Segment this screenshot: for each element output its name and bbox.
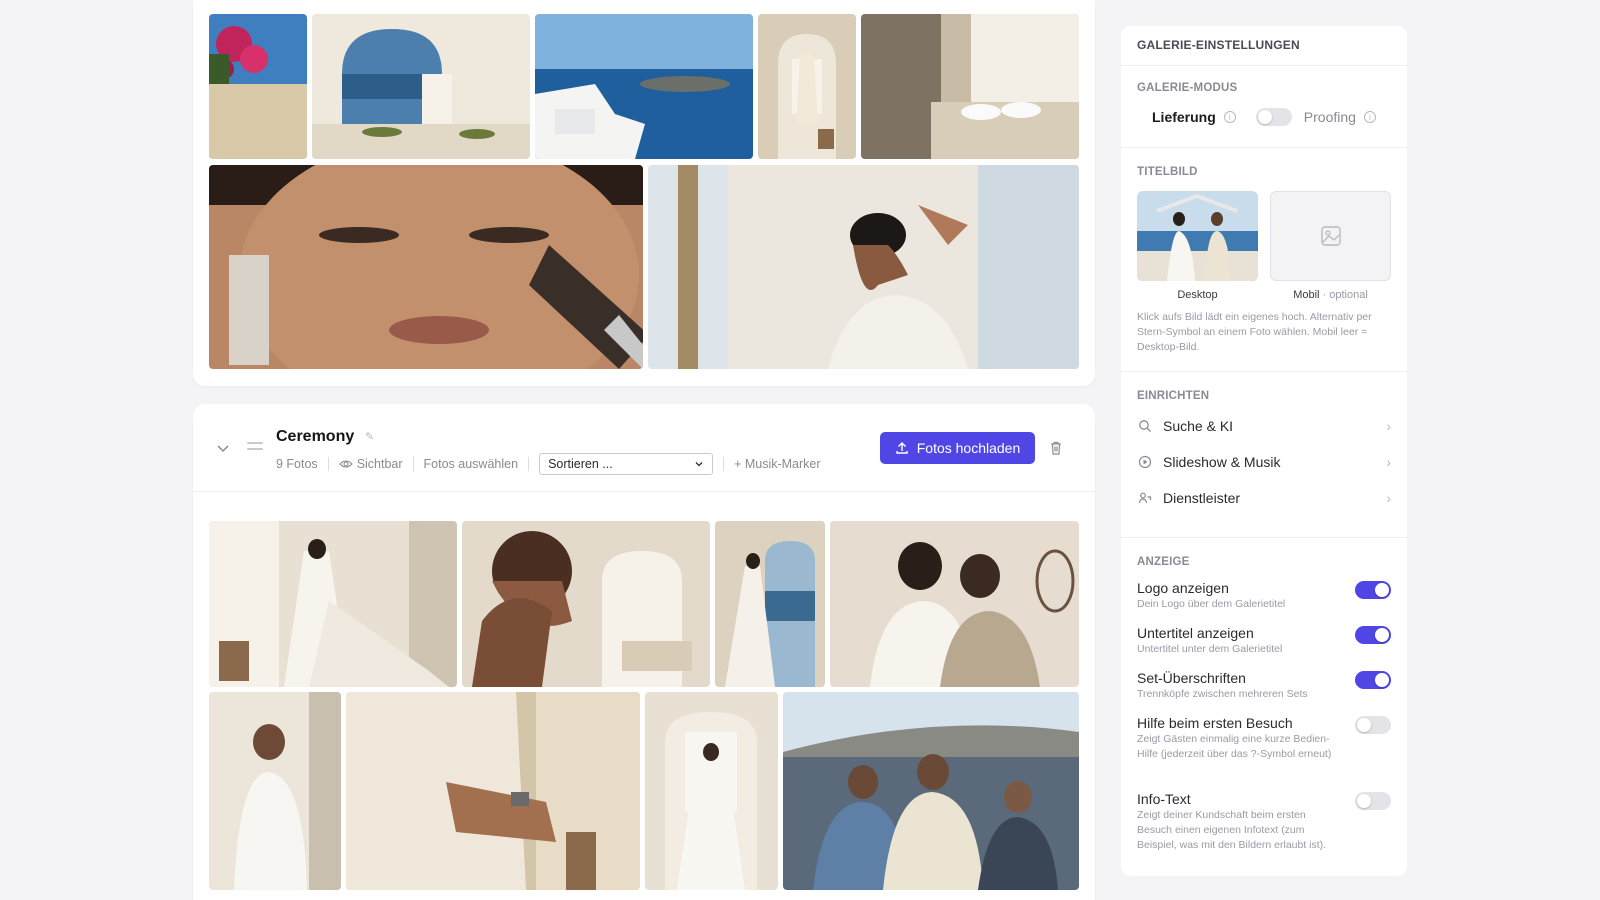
chevron-down-icon[interactable]: [215, 440, 231, 456]
display-setting-logo: Logo anzeigen Dein Logo über dem Galerie…: [1137, 580, 1391, 625]
nav-item-search-ai[interactable]: Suche & KI ›: [1137, 408, 1391, 444]
photo-thumbnail[interactable]: [312, 14, 530, 159]
display-setting-info-text: Info-Text Zeigt deiner Kundschaft beim e…: [1137, 791, 1391, 853]
search-icon: [1137, 418, 1153, 434]
set-headers-toggle[interactable]: [1355, 671, 1391, 689]
subtitle-toggle[interactable]: [1355, 626, 1391, 644]
select-photos-link[interactable]: Fotos auswählen: [424, 457, 519, 471]
photo-thumbnail[interactable]: [648, 165, 1079, 369]
play-circle-icon: [1137, 454, 1153, 470]
cover-mobile-caption: Mobil · optional: [1293, 289, 1368, 301]
photo-thumbnail[interactable]: [783, 692, 1079, 890]
panel-title: GALERIE-EINSTELLUNGEN: [1121, 26, 1407, 66]
chevron-right-icon: ›: [1386, 490, 1391, 506]
mode-option-proofing[interactable]: Proofing: [1304, 109, 1356, 125]
cover-desktop-caption: Desktop: [1177, 289, 1218, 301]
section-label: GALERIE-MODUS: [1137, 82, 1238, 94]
section-label: ANZEIGE: [1137, 556, 1190, 568]
section-label: TITELBILD: [1137, 166, 1198, 178]
display-setting-set-headers: Set-Überschriften Trennköpfe zwischen me…: [1137, 670, 1391, 715]
gallery-mode-section: GALERIE-MODUS Lieferung i Proofing i: [1121, 66, 1407, 148]
eye-icon: [338, 460, 353, 468]
photo-thumbnail[interactable]: [209, 165, 643, 369]
chevron-down-icon: [695, 462, 703, 467]
photo-thumbnail[interactable]: [715, 521, 825, 687]
visibility-toggle[interactable]: Sichtbar: [338, 457, 403, 471]
set-title: Ceremony: [276, 428, 355, 445]
gallery-mode-toggle[interactable]: [1255, 108, 1292, 126]
photo-thumbnail[interactable]: [830, 521, 1079, 687]
info-icon[interactable]: i: [1223, 111, 1236, 123]
photo-thumbnail[interactable]: [209, 14, 307, 159]
photo-thumbnail[interactable]: [462, 521, 710, 687]
photo-thumbnail[interactable]: [758, 14, 856, 159]
setup-section: EINRICHTEN Suche & KI › Slideshow & Musi…: [1121, 372, 1407, 538]
info-text-toggle[interactable]: [1355, 792, 1391, 810]
trash-icon[interactable]: [1048, 440, 1064, 456]
photo-thumbnail[interactable]: [645, 692, 778, 890]
info-icon[interactable]: i: [1363, 111, 1376, 123]
section-label: EINRICHTEN: [1137, 390, 1210, 402]
display-setting-first-visit-help: Hilfe beim ersten Besuch Zeigt Gästen ei…: [1137, 715, 1391, 791]
photo-set-card: [193, 0, 1095, 386]
image-placeholder-icon: [1320, 226, 1341, 246]
set-header: Ceremony ✎ 9 Fotos Sichtbar Fotos auswäh…: [193, 404, 1095, 492]
photo-thumbnail[interactable]: [209, 521, 457, 687]
drag-handle-icon[interactable]: [247, 442, 263, 454]
cover-mobile-tile[interactable]: [1270, 191, 1391, 281]
nav-item-vendors[interactable]: Dienstleister ›: [1137, 480, 1391, 516]
chevron-right-icon: ›: [1386, 454, 1391, 470]
chevron-right-icon: ›: [1386, 418, 1391, 434]
add-music-marker-link[interactable]: + Musik-Marker: [734, 457, 820, 471]
pencil-icon[interactable]: ✎: [365, 430, 374, 443]
nav-item-slideshow-music[interactable]: Slideshow & Musik ›: [1137, 444, 1391, 480]
photo-thumbnail[interactable]: [346, 692, 640, 890]
cover-help-text: Klick aufs Bild lädt ein eigenes hoch. A…: [1137, 311, 1372, 353]
first-visit-help-toggle[interactable]: [1355, 716, 1391, 734]
photo-thumbnail[interactable]: [861, 14, 1079, 159]
photo-count: 9 Fotos: [276, 457, 318, 471]
upload-photos-button[interactable]: Fotos hochladen: [880, 432, 1035, 464]
gallery-settings-panel: GALERIE-EINSTELLUNGEN GALERIE-MODUS Lief…: [1121, 26, 1407, 876]
display-section: ANZEIGE Logo anzeigen Dein Logo über dem…: [1121, 538, 1407, 853]
photo-thumbnail[interactable]: [535, 14, 753, 159]
set-meta-row: 9 Fotos Sichtbar Fotos auswählen Sortier…: [276, 453, 821, 475]
cover-desktop-tile[interactable]: [1137, 191, 1258, 281]
cover-image-section: TITELBILD Desktop Mobil · optional Klick…: [1121, 148, 1407, 372]
logo-toggle[interactable]: [1355, 581, 1391, 599]
sort-select[interactable]: Sortieren ...: [539, 453, 714, 475]
photo-thumbnail[interactable]: [209, 692, 341, 890]
display-setting-subtitle: Untertitel anzeigen Untertitel unter dem…: [1137, 625, 1391, 670]
ceremony-set-card: Ceremony ✎ 9 Fotos Sichtbar Fotos auswäh…: [193, 404, 1095, 900]
mode-option-delivery[interactable]: Lieferung: [1152, 109, 1216, 125]
upload-icon: [896, 442, 908, 454]
vendor-icon: [1137, 490, 1153, 506]
